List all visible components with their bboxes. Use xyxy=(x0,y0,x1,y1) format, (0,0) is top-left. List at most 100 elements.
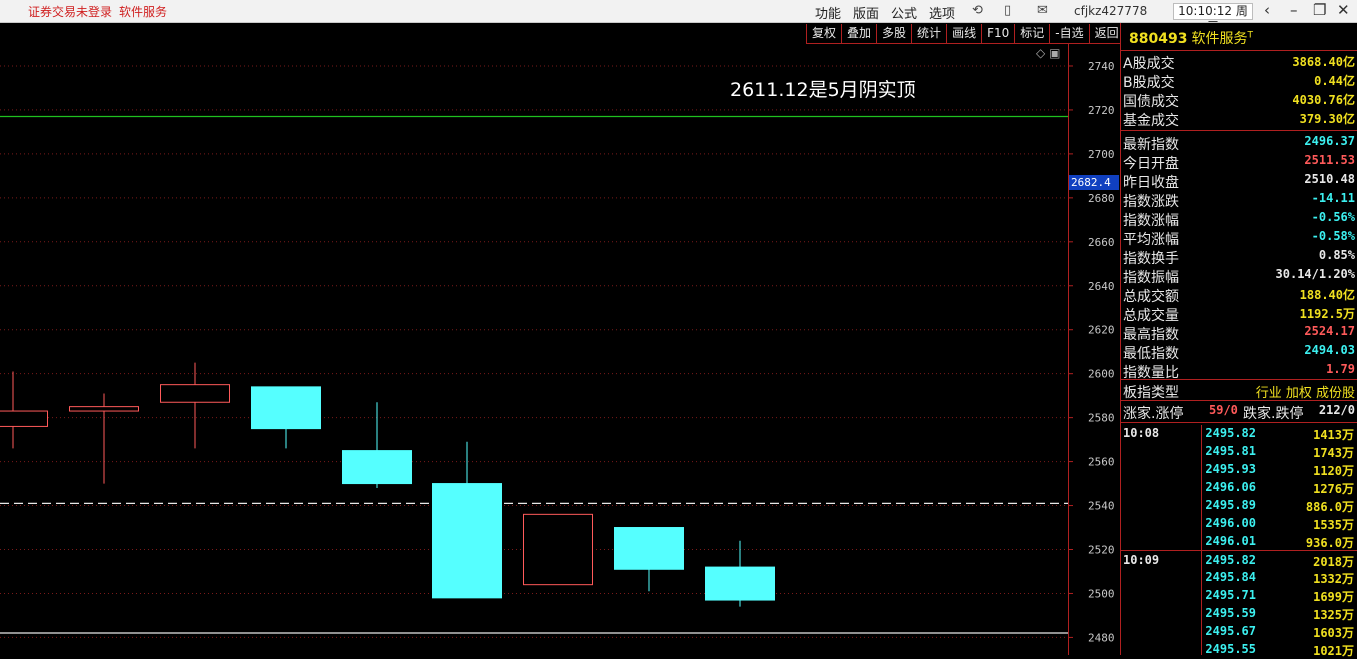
candle-body xyxy=(614,527,684,570)
tick-row: 2495.71 1699万 xyxy=(1121,586,1357,604)
service-link[interactable]: 软件服务 xyxy=(119,3,167,20)
index-stat-row: 最低指数 2494.03 xyxy=(1121,342,1357,362)
tick-price: 2495.55 xyxy=(1205,642,1256,656)
tick-row: 2495.89 886.0万 xyxy=(1121,496,1357,514)
clock: 10:10:12 周三 xyxy=(1173,3,1253,33)
y-tick-label: 2680 xyxy=(1088,192,1115,205)
menu-formula[interactable]: 公式 xyxy=(891,3,917,22)
index-stat-row: 指数涨幅 -0.56% xyxy=(1121,209,1357,229)
back-button[interactable]: 返回 xyxy=(1088,24,1124,44)
candle-body xyxy=(160,384,230,403)
index-stat-row: 平均涨幅 -0.58% xyxy=(1121,228,1357,248)
index-header: 880493 软件服务T xyxy=(1129,28,1253,48)
tick-volume: 1325万 xyxy=(1313,608,1354,622)
y-tick-label: 2520 xyxy=(1088,544,1115,557)
tick-price: 2496.00 xyxy=(1205,516,1256,530)
menu-options[interactable]: 选项 xyxy=(929,3,955,22)
title-bar: 证券交易未登录 软件服务 功能 版面 公式 选项 ⟲ ▯ ✉ cfjkz4277… xyxy=(0,0,1357,33)
diamond-icon[interactable]: ◇ xyxy=(1036,46,1045,60)
login-status[interactable]: 证券交易未登录 xyxy=(28,3,112,20)
cursor-price: 2682.4 xyxy=(1071,176,1111,189)
tick-volume: 1021万 xyxy=(1313,644,1354,658)
index-name: 软件服务 xyxy=(1191,31,1248,47)
remove-watchlist-button[interactable]: -自选 xyxy=(1049,24,1089,44)
tick-row: 10:09 2495.82 2018万 xyxy=(1121,550,1357,569)
candle-body xyxy=(705,566,775,601)
refresh-icon[interactable]: ⟲ xyxy=(972,3,983,18)
index-stat-label: 最高指数 xyxy=(1123,327,1179,343)
y-tick-label: 2540 xyxy=(1088,500,1115,513)
tick-time: 10:09 xyxy=(1123,553,1160,567)
index-stat-label: 最低指数 xyxy=(1123,346,1179,362)
index-stat-row: 指数涨跌 -14.11 xyxy=(1121,190,1357,210)
draw-line-button[interactable]: 画线 xyxy=(946,24,982,44)
chart-annotation: 2611.12是5月阴实顶 xyxy=(730,79,916,101)
user-id: cfjkz427778 xyxy=(1074,4,1148,18)
board-type-value[interactable]: 行业 加权 成份股 xyxy=(1256,382,1355,401)
index-stat-label: 指数涨幅 xyxy=(1123,213,1179,229)
divider xyxy=(1121,422,1357,423)
tick-price: 2495.89 xyxy=(1205,498,1256,512)
tick-row: 2495.59 1325万 xyxy=(1121,604,1357,622)
tick-volume: 1413万 xyxy=(1313,428,1354,442)
multi-stock-button[interactable]: 多股 xyxy=(876,24,912,44)
index-stat-row: 最高指数 2524.17 xyxy=(1121,323,1357,343)
market-stat-label: A股成交 xyxy=(1123,56,1175,72)
candle-body xyxy=(342,450,412,485)
candlestick-chart[interactable]: 2740 2720 2700 2680 2660 2640 2620 2600 2580 2560… xyxy=(0,44,1120,655)
index-stat-value: -0.56% xyxy=(1311,210,1355,224)
y-tick-label: 2700 xyxy=(1088,148,1115,161)
index-stat-label: 指数换手 xyxy=(1123,251,1179,267)
y-tick-label: 2620 xyxy=(1088,324,1115,337)
adjust-button[interactable]: 复权 xyxy=(806,24,842,44)
tick-volume: 1120万 xyxy=(1313,464,1354,478)
window-icon[interactable]: ▣ xyxy=(1049,46,1060,60)
breadth-row: 涨家.涨停 59/0 跌家.跌停 212/0 xyxy=(1121,402,1357,422)
tick-row: 2496.06 1276万 xyxy=(1121,478,1357,496)
menu-layout[interactable]: 版面 xyxy=(853,3,879,22)
divider xyxy=(1121,400,1357,401)
overlay-button[interactable]: 叠加 xyxy=(841,24,877,44)
mail-icon[interactable]: ✉ xyxy=(1037,3,1048,18)
stats-button[interactable]: 统计 xyxy=(911,24,947,44)
index-stat-value: 2524.17 xyxy=(1304,324,1355,338)
up-value: 59/0 xyxy=(1209,403,1238,417)
restore-icon[interactable]: ❐ xyxy=(1313,1,1326,19)
index-stat-value: 2510.48 xyxy=(1304,172,1355,186)
market-stat-label: B股成交 xyxy=(1123,75,1175,91)
index-stat-value: 0.85% xyxy=(1318,248,1355,262)
back-icon[interactable]: ‹ xyxy=(1264,1,1270,19)
tick-volume: 1743万 xyxy=(1313,446,1354,460)
chart-corner-icons[interactable]: ◇ ▣ xyxy=(1036,46,1060,60)
y-tick-label: 2660 xyxy=(1088,236,1115,249)
close-icon[interactable]: ✕ xyxy=(1337,1,1350,19)
market-stat-value: 3868.40亿 xyxy=(1292,55,1355,69)
f10-button[interactable]: F10 xyxy=(981,24,1015,44)
down-value: 212/0 xyxy=(1318,403,1355,417)
phone-icon[interactable]: ▯ xyxy=(1004,3,1011,18)
tick-row: 2495.84 1332万 xyxy=(1121,568,1357,586)
index-stat-label: 总成交额 xyxy=(1123,289,1179,305)
tick-volume: 1699万 xyxy=(1313,590,1354,604)
minimize-icon[interactable]: – xyxy=(1290,1,1298,19)
index-stat-row: 总成交额 188.40亿 xyxy=(1121,285,1357,305)
menu-functions[interactable]: 功能 xyxy=(815,3,841,22)
mark-button[interactable]: 标记 xyxy=(1014,24,1050,44)
tick-volume: 1276万 xyxy=(1313,482,1354,496)
tick-row: 2495.93 1120万 xyxy=(1121,460,1357,478)
market-stat-row: 国债成交 4030.76亿 xyxy=(1121,90,1357,110)
divider xyxy=(1121,130,1357,131)
tick-volume: 886.0万 xyxy=(1305,500,1354,514)
tick-row: 10:08 2495.82 1413万 xyxy=(1121,424,1357,442)
index-stat-row: 指数量比 1.79 xyxy=(1121,361,1357,381)
tick-price: 2495.67 xyxy=(1205,624,1256,638)
index-stat-value: 1.79 xyxy=(1326,362,1355,376)
index-stat-row: 指数换手 0.85% xyxy=(1121,247,1357,267)
tick-row: 2495.81 1743万 xyxy=(1121,442,1357,460)
tick-row: 2495.67 1603万 xyxy=(1121,622,1357,640)
up-label: 涨家.涨停 xyxy=(1123,406,1184,422)
index-stat-value: 1192.5万 xyxy=(1299,307,1355,321)
y-tick-label: 2580 xyxy=(1088,412,1115,425)
index-stat-value: 2494.03 xyxy=(1304,343,1355,357)
y-tick-label: 2600 xyxy=(1088,368,1115,381)
